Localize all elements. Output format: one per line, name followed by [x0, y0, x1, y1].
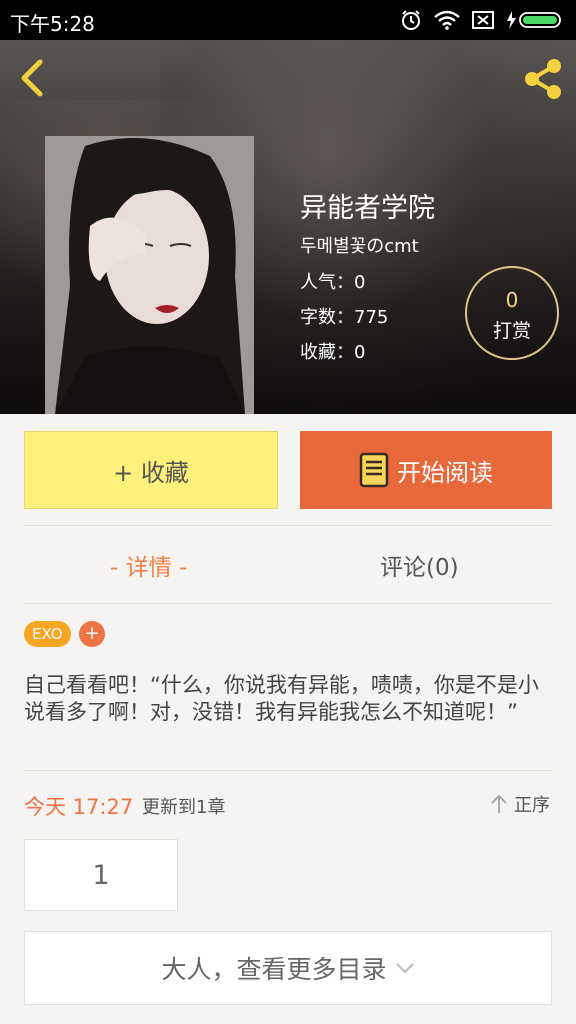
- update-time: 今天 17:27: [24, 795, 134, 819]
- status-icons: [400, 9, 564, 31]
- tab-details[interactable]: - 详情 -: [110, 548, 187, 582]
- book-description: 自己看看吧！“什么，你说我有异能，啧啧，你是不是小说看多了啊！对，没错！我有异能…: [24, 673, 539, 724]
- view-more-catalog-label: 大人，查看更多目录: [161, 955, 387, 984]
- status-bar: 下午5:28: [0, 0, 576, 40]
- chevron-down-icon: [395, 963, 414, 974]
- start-reading-label: 开始阅读: [397, 458, 493, 487]
- favorites-stat: 收藏：0: [300, 342, 366, 363]
- reward-count: 0: [505, 288, 519, 312]
- book-title: 异能者学院: [300, 193, 435, 224]
- book-cover-image[interactable]: [45, 136, 254, 414]
- sort-order-label: 正序: [514, 795, 550, 816]
- reward-button[interactable]: 0 打赏: [465, 266, 559, 360]
- arrow-up-icon: [491, 794, 507, 813]
- collect-button-label: + 收藏: [113, 458, 189, 487]
- chapter-item[interactable]: 1: [24, 839, 178, 911]
- word-count-stat: 字数：775: [300, 307, 389, 328]
- sort-order-button[interactable]: 正序: [490, 791, 550, 817]
- tag-exo[interactable]: EXO: [24, 621, 71, 647]
- back-button[interactable]: [12, 56, 50, 100]
- book-icon: [359, 452, 389, 488]
- chapter-number: 1: [92, 859, 110, 891]
- divider: [24, 603, 552, 604]
- view-more-catalog-button[interactable]: 大人，查看更多目录: [24, 931, 552, 1005]
- no-sim-icon: [472, 11, 494, 29]
- book-author[interactable]: 두메별꽃のcmt: [300, 232, 419, 258]
- add-tag-button[interactable]: +: [79, 621, 105, 647]
- status-time: 下午5:28: [10, 12, 95, 36]
- popularity-stat: 人气：0: [300, 272, 366, 293]
- reward-label: 打赏: [492, 320, 531, 342]
- wifi-icon: [434, 10, 460, 30]
- alarm-icon: [402, 10, 420, 30]
- chevron-left-icon: [21, 59, 43, 97]
- tab-comments[interactable]: 评论(0): [380, 548, 459, 582]
- collect-button[interactable]: + 收藏: [24, 431, 278, 509]
- divider: [24, 770, 552, 771]
- share-button[interactable]: [520, 56, 566, 102]
- cover-portrait-illustration: [45, 136, 254, 414]
- share-icon: [525, 59, 561, 99]
- update-status: 更新到1章: [142, 797, 226, 818]
- start-reading-button[interactable]: 开始阅读: [300, 431, 552, 509]
- battery-charging-icon: [507, 11, 561, 29]
- divider: [24, 525, 552, 526]
